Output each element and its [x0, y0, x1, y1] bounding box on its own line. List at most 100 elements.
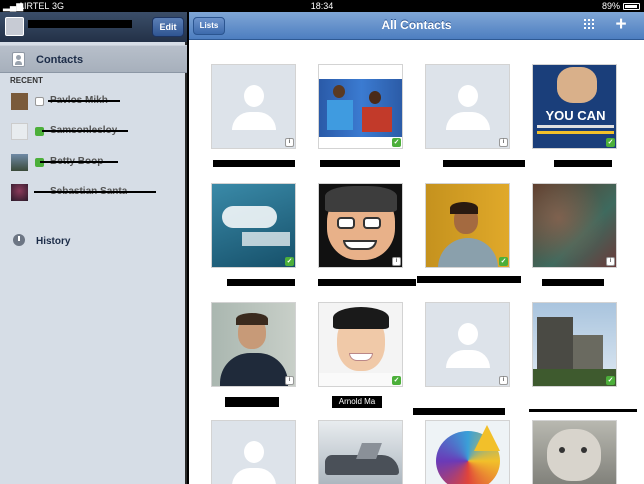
sync-badge-icon [35, 97, 44, 106]
sidebar-item-contacts[interactable]: Contacts [0, 45, 187, 73]
photo-building [573, 335, 603, 373]
photo-ground [533, 369, 616, 386]
sidebar-header: Edit [0, 12, 187, 42]
contact-photo: ✓ [318, 302, 403, 387]
photo-snow-leopard [547, 429, 601, 481]
check-badge-icon: ✓ [392, 376, 401, 385]
ipad-screen: ▂▄▆ AIRTEL 3G 18:34 89% Edit Contacts RE… [0, 0, 644, 484]
person-silhouette-icon [458, 323, 478, 345]
contact-name-redacted [225, 397, 279, 407]
person-silhouette-icon [458, 85, 478, 107]
photo-text-line [537, 131, 614, 134]
photo-person [327, 100, 353, 130]
contact-photo: ✓ [318, 64, 403, 149]
photo-snow-leopard-eye [581, 447, 587, 453]
contact-photo-placeholder: i [425, 302, 510, 387]
recent-avatar [11, 184, 28, 201]
main-panel: Lists All Contacts + i ✓ i YOU CAN ✓ ✓ i… [189, 12, 644, 484]
keypad-grid-icon[interactable] [584, 19, 596, 31]
contact-name-redacted [213, 160, 295, 167]
photo-text: YOU CAN [545, 108, 606, 123]
photo-person-hair [236, 313, 268, 325]
photo-seo-text [242, 232, 290, 246]
check-badge-icon: ✓ [392, 138, 401, 147]
photo-person [369, 91, 381, 104]
status-bar: ▂▄▆ AIRTEL 3G 18:34 89% [0, 0, 644, 12]
recent-item[interactable]: Pavlos Mikh [0, 89, 187, 115]
battery-percent: 89% [601, 1, 620, 11]
sync-badge-icon: i [285, 376, 294, 385]
photo-snow-leopard-eye [559, 447, 565, 453]
contact-name-redacted [413, 408, 505, 415]
contact-photo: ✓ [425, 183, 510, 268]
sync-badge-icon: i [285, 138, 294, 147]
contact-name-redacted [320, 160, 400, 167]
person-silhouette-body [232, 112, 276, 130]
photo-person-shirt [319, 373, 402, 386]
recent-item[interactable]: Samsonlesloy [0, 119, 187, 145]
clock-icon [13, 234, 25, 246]
photo-cartoon-mouth [343, 240, 377, 250]
sync-badge-icon: i [499, 138, 508, 147]
person-silhouette-icon [244, 85, 264, 107]
check-badge-icon: ✓ [606, 376, 615, 385]
photo-text-line [537, 125, 614, 128]
sidebar-item-label: History [36, 236, 71, 247]
photo-blur [533, 184, 616, 267]
contact-name-redacted [542, 279, 604, 286]
contact-name-redacted [417, 276, 521, 283]
person-silhouette-body [446, 350, 490, 368]
photo-fist [557, 67, 597, 103]
contact-name-redacted [529, 409, 637, 412]
contact-photo-placeholder [211, 420, 296, 484]
battery-icon [623, 3, 640, 10]
contact-photo [318, 420, 403, 484]
sidebar-item-label: Contacts [36, 54, 84, 66]
person-silhouette-body [446, 112, 490, 130]
contact-photo: ✓ [532, 302, 617, 387]
sync-badge-icon: i [606, 257, 615, 266]
check-badge-icon: ✓ [606, 138, 615, 147]
photo-seo-text [222, 206, 277, 228]
photo-person-hair [450, 202, 478, 214]
redaction-bar [34, 191, 156, 193]
clock: 18:34 [310, 1, 334, 11]
edit-button[interactable]: Edit [152, 17, 184, 37]
contact-name-redacted [443, 160, 525, 167]
add-contact-plus-icon[interactable]: + [613, 15, 629, 34]
recent-item[interactable]: Sebastian Santa [0, 180, 187, 206]
contact-photo [425, 420, 510, 484]
address-book-icon [12, 52, 25, 67]
account-avatar[interactable] [5, 17, 24, 36]
nav-bar: Lists All Contacts + [189, 12, 644, 40]
contact-photo: i [211, 302, 296, 387]
contact-photo-placeholder: i [425, 64, 510, 149]
contact-photo: i [318, 183, 403, 268]
contact-name: Arnold Ma [332, 396, 382, 408]
photo-cartoon-glasses [337, 217, 355, 229]
recent-section-heading: RECENT [10, 76, 43, 85]
contact-name-redacted [554, 160, 612, 167]
redaction-bar [40, 161, 118, 163]
contact-photo: YOU CAN ✓ [532, 64, 617, 149]
recent-item[interactable]: Betty Boop [0, 150, 187, 176]
recent-avatar [11, 154, 28, 171]
contact-name-redacted [227, 279, 295, 286]
check-badge-icon: ✓ [499, 257, 508, 266]
recent-avatar [11, 93, 28, 110]
contact-photo-placeholder: i [211, 64, 296, 149]
page-title: All Contacts [381, 18, 452, 32]
contact-photo [532, 420, 617, 484]
photo-cartoon-glasses [363, 217, 381, 229]
photo-person-shirt [438, 238, 498, 267]
sidebar-item-history[interactable]: History [0, 228, 187, 254]
contact-photo: i [532, 183, 617, 268]
photo-person [362, 107, 392, 132]
check-badge-icon: ✓ [285, 257, 294, 266]
contact-name-redacted [318, 279, 416, 286]
photo-person-hair [333, 307, 389, 329]
sync-badge-icon: i [499, 376, 508, 385]
photo-cartoon-hair [325, 186, 397, 212]
redaction-bar [42, 130, 128, 132]
photo-person-shirt [220, 353, 288, 386]
